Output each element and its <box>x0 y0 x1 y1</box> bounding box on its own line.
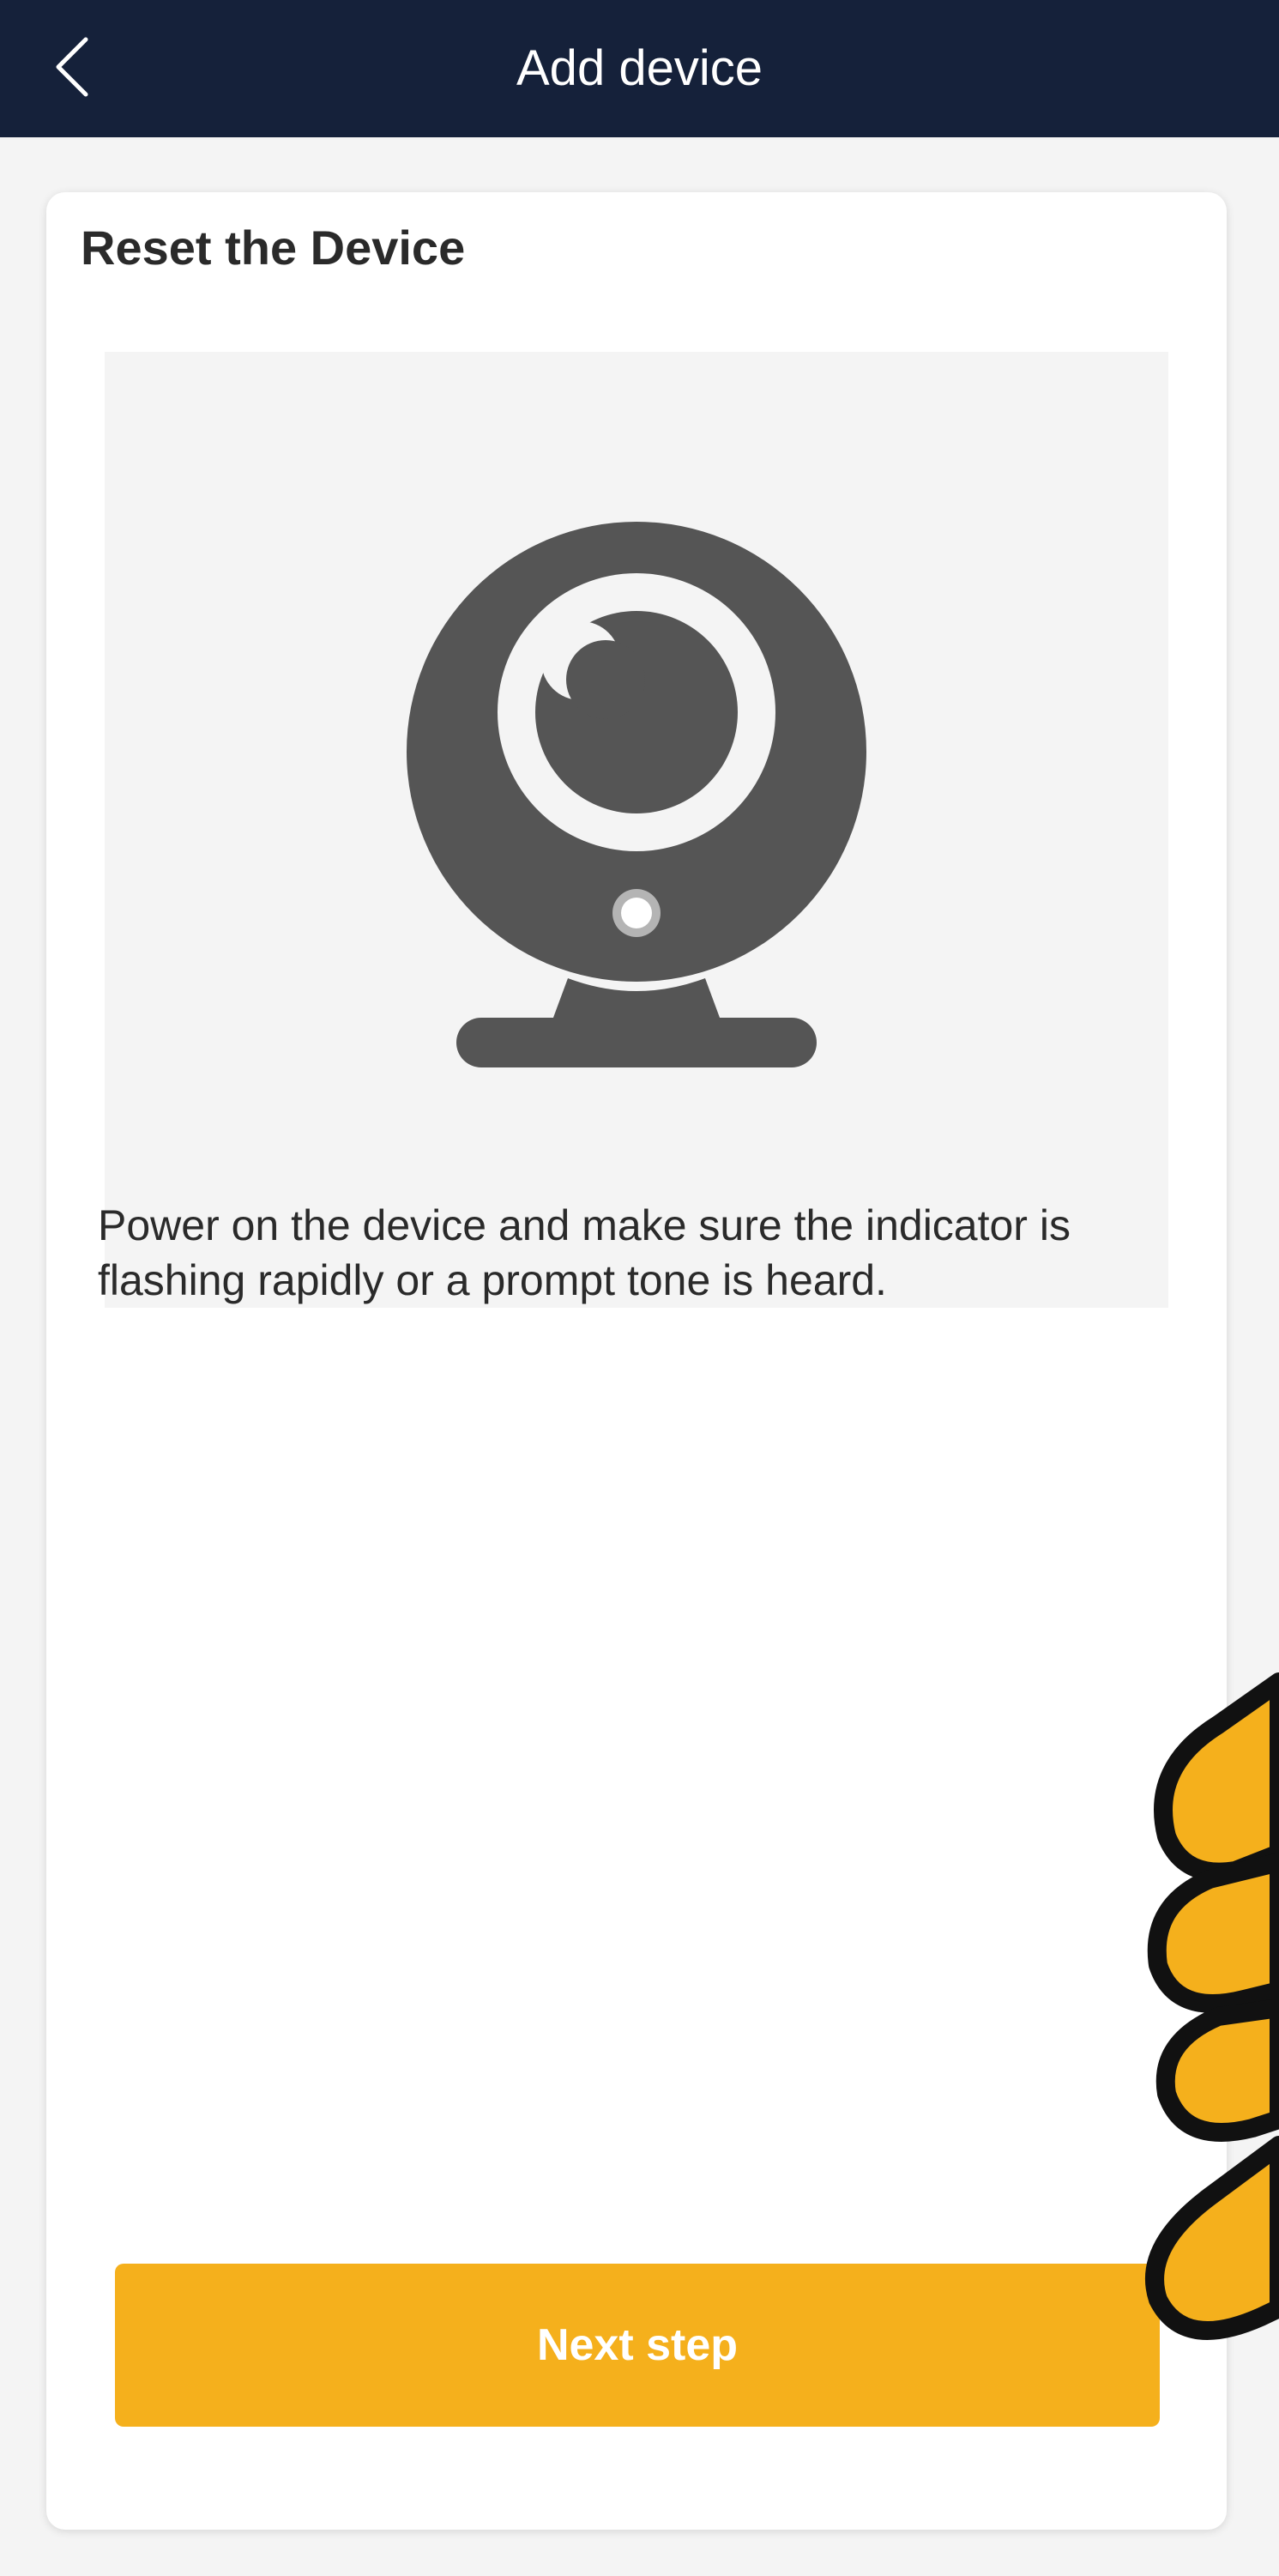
pointing-hand-icon <box>1145 1672 1279 2340</box>
reset-device-card: Reset the Device Power on the device and… <box>46 192 1227 2530</box>
instruction-text: Power on the device and make sure the in… <box>98 1201 1071 1304</box>
card-title: Reset the Device <box>81 221 466 275</box>
webcam-icon <box>407 522 866 1067</box>
app-header: Add device <box>0 0 1279 137</box>
page-title: Add device <box>516 40 763 96</box>
next-step-button[interactable]: Next step <box>115 2264 1160 2427</box>
device-illustration <box>105 352 1168 1308</box>
